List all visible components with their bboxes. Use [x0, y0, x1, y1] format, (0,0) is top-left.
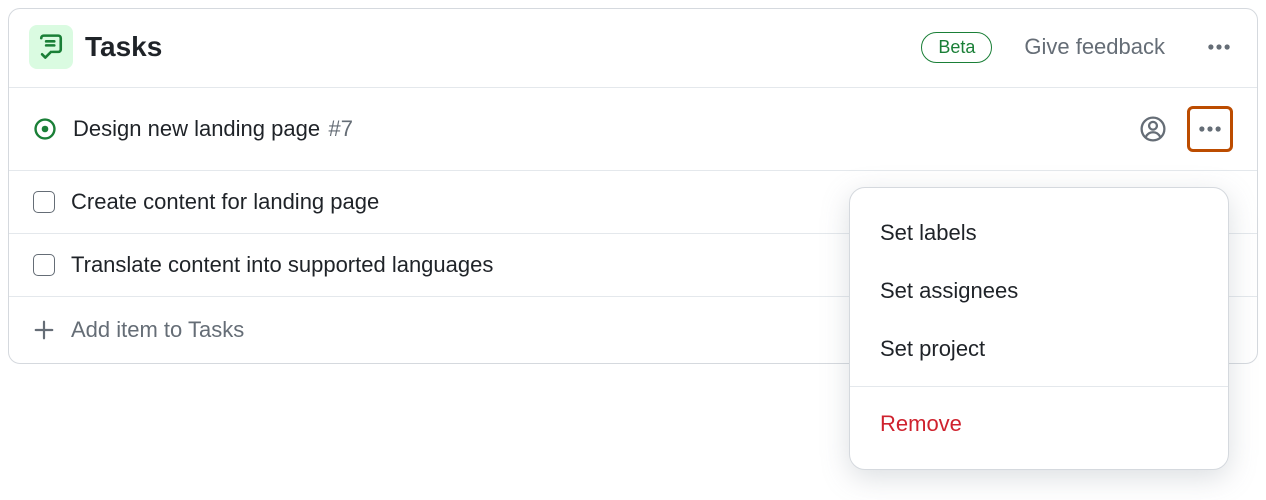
task-ref: #7 [329, 116, 353, 141]
kebab-horizontal-icon [1197, 116, 1223, 142]
plus-icon [33, 319, 55, 341]
menu-set-assignees[interactable]: Set assignees [850, 262, 1228, 320]
person-icon [1140, 116, 1166, 142]
panel-title: Tasks [85, 31, 162, 63]
tasks-panel: Tasks Beta Give feedback Design new land… [8, 8, 1258, 364]
panel-header: Tasks Beta Give feedback [9, 9, 1257, 87]
beta-badge: Beta [921, 32, 992, 63]
give-feedback-link[interactable]: Give feedback [1024, 34, 1165, 60]
task-title: Design new landing page [73, 116, 320, 141]
menu-set-labels[interactable]: Set labels [850, 204, 1228, 262]
task-menu-button[interactable] [1187, 106, 1233, 152]
panel-menu-button[interactable] [1201, 29, 1237, 65]
draft-checkbox-icon [33, 191, 55, 213]
task-title: Translate content into supported languag… [71, 252, 493, 278]
draft-checkbox-icon [33, 254, 55, 276]
menu-set-project[interactable]: Set project [850, 320, 1228, 378]
task-context-menu: Set labels Set assignees Set project Rem… [849, 187, 1229, 470]
task-title-wrap: Design new landing page #7 [73, 116, 353, 142]
task-row[interactable]: Design new landing page #7 [9, 87, 1257, 170]
task-title: Create content for landing page [71, 189, 379, 215]
assignee-button[interactable] [1135, 111, 1171, 147]
add-item-label: Add item to Tasks [71, 317, 244, 343]
kebab-horizontal-icon [1206, 34, 1232, 60]
issue-open-icon [33, 117, 57, 141]
menu-remove[interactable]: Remove [850, 395, 1228, 453]
tasks-icon [29, 25, 73, 69]
menu-separator [850, 386, 1228, 387]
